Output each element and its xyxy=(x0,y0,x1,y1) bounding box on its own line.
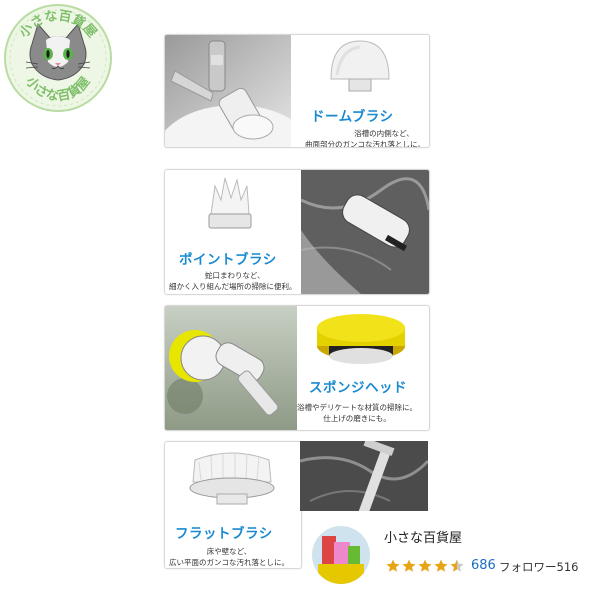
faucet-cleaning-photo xyxy=(165,35,314,147)
product-card-point-brush[interactable]: ポイントブラシ 蛇口まわりなど、 細かく入り組んだ場所の掃除に便利。 xyxy=(164,169,430,295)
star-rating xyxy=(386,558,466,577)
product-card-sponge-head[interactable]: スポンジヘッド 浴槽やデリケートな材質の掃除に。 仕上げの磨きにも。 xyxy=(164,305,430,431)
desc-line: 曲面部分のガンコな汚れ落としに。 xyxy=(305,140,425,148)
desc-line: 仕上げの磨きにも。 xyxy=(323,414,391,423)
rating-count[interactable]: 686 xyxy=(471,558,496,573)
desc-line: 蛇口まわりなど、 xyxy=(205,271,265,280)
star-icon xyxy=(386,559,400,572)
shop-avatar[interactable] xyxy=(312,526,370,584)
outdoor-sponge-photo xyxy=(165,306,297,430)
shop-name[interactable]: 小さな百貨屋 xyxy=(384,527,462,546)
desc-line: 浴槽の内側など、 xyxy=(354,129,414,138)
half-star-icon xyxy=(450,559,464,572)
card-title: スポンジヘッド xyxy=(309,380,407,396)
star-icon xyxy=(434,559,448,572)
shop-logo: 小さな百貨屋 小さな百貨屋 xyxy=(2,2,114,114)
star-icon xyxy=(402,559,416,572)
card-title: ドームブラシ xyxy=(311,109,394,125)
follower-count[interactable]: フォロワー516 xyxy=(499,559,578,575)
card-description: 浴槽やデリケートな材質の掃除に。 仕上げの磨きにも。 xyxy=(297,402,417,424)
card-title: ポイントブラシ xyxy=(179,252,277,268)
product-card-dome-brush[interactable]: ドームブラシ 浴槽の内側など、 曲面部分のガンコな汚れ落としに。 xyxy=(164,34,430,148)
desc-line: 床や壁など、 xyxy=(206,547,252,556)
flat-brush-head-image xyxy=(165,442,301,512)
card-description: 床や壁など、 広い平面のガンコな汚れ落としに。 xyxy=(169,546,289,568)
desc-line: 細かく入り組んだ場所の掃除に便利。 xyxy=(169,282,297,291)
card-title: フラットブラシ xyxy=(175,526,273,542)
star-icon xyxy=(418,559,432,572)
marble-cleaning-photo xyxy=(300,170,429,294)
desc-line: 浴槽やデリケートな材質の掃除に。 xyxy=(297,403,417,412)
card-description: 蛇口まわりなど、 細かく入り組んだ場所の掃除に便利。 xyxy=(169,270,297,292)
desc-line: 広い平面のガンコな汚れ落としに。 xyxy=(169,558,289,567)
wall-cleaning-photo xyxy=(299,438,430,519)
card-description: 浴槽の内側など、 曲面部分のガンコな汚れ落としに。 xyxy=(305,128,425,148)
product-card-flat-brush[interactable]: フラットブラシ 床や壁など、 広い平面のガンコな汚れ落としに。 xyxy=(164,441,302,569)
